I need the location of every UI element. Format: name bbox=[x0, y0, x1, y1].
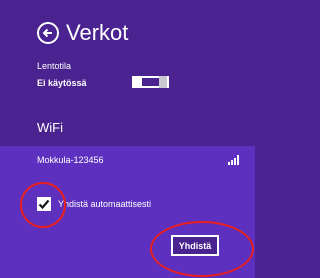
wifi-network-item[interactable]: Mokkula-123456 Yhdistä automaattisesti Y… bbox=[0, 146, 255, 278]
auto-connect-label: Yhdistä automaattisesti bbox=[58, 199, 152, 209]
connect-button[interactable]: Yhdistä bbox=[171, 235, 219, 256]
back-button[interactable] bbox=[37, 22, 59, 44]
page-header: Verkot bbox=[37, 22, 128, 44]
page-title: Verkot bbox=[66, 20, 129, 45]
signal-strength-icon bbox=[228, 155, 242, 165]
airplane-mode-label: Lentotila bbox=[37, 61, 72, 71]
back-arrow-icon bbox=[42, 28, 52, 38]
airplane-mode-toggle[interactable] bbox=[132, 76, 169, 88]
toggle-knob bbox=[159, 76, 167, 88]
toggle-track-fill bbox=[134, 78, 142, 86]
checkbox-box[interactable] bbox=[37, 197, 51, 211]
network-name: Mokkula-123456 bbox=[37, 155, 104, 165]
wifi-heading: WiFi bbox=[37, 120, 63, 135]
auto-connect-checkbox[interactable]: Yhdistä automaattisesti bbox=[37, 197, 151, 211]
airplane-mode-state: Ei käytössä bbox=[37, 78, 87, 88]
checkmark-icon bbox=[38, 199, 50, 210]
